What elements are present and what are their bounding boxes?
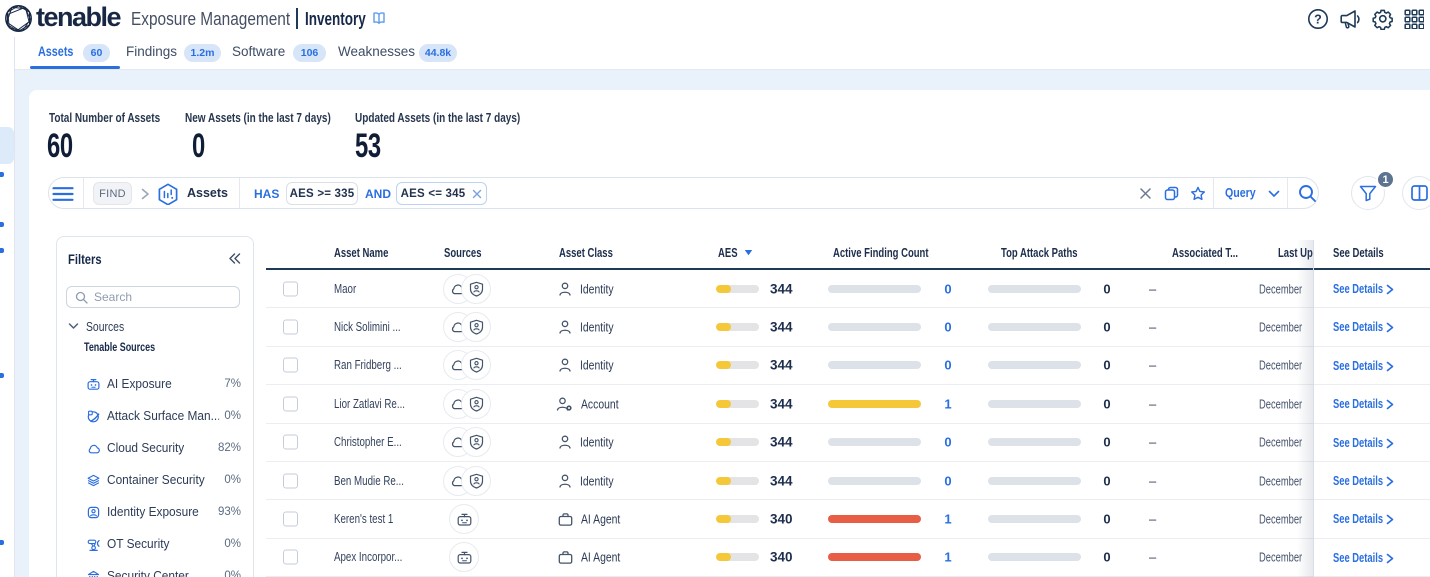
svg-text:?: ? — [1314, 13, 1322, 27]
